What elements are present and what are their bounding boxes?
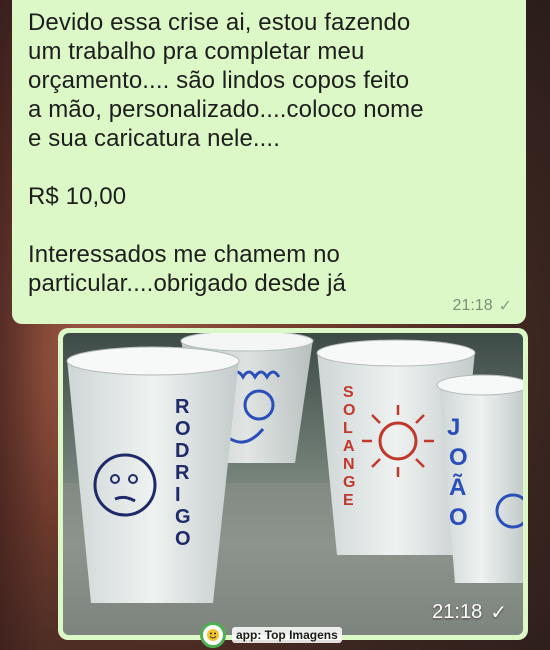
message-line: a mão, personalizado....coloco nome — [28, 96, 424, 123]
watermark-label: app: Top Imagens — [232, 627, 342, 643]
photo-meta: 21:18 ✓ — [432, 600, 507, 625]
message-line: orçamento.... são lindos copos feito — [28, 67, 410, 94]
cup-rodrigo — [67, 359, 239, 603]
cup-name-solange: SOLANGE — [343, 384, 355, 509]
message-line: Interessados me chamem no — [28, 241, 340, 268]
cups-photo-illustration: RODRIGO SOLANGE JOÃO — [63, 333, 523, 635]
smiley-logo-icon — [200, 622, 226, 648]
message-meta: 21:18 ✓ — [453, 296, 512, 316]
double-check-icon: ✓ — [498, 298, 512, 315]
message-time: 21:18 — [452, 297, 493, 314]
message-line: um trabalho pra completar meu — [28, 38, 365, 65]
watermark: app: Top Imagens — [200, 622, 342, 648]
message-line: particular....obrigado desde já — [28, 270, 346, 297]
photo-time: 21:18 — [432, 601, 483, 623]
cup-name-rodrigo: RODRIGO — [175, 396, 191, 550]
double-check-icon: ✓ — [490, 602, 507, 624]
cups-photo[interactable]: RODRIGO SOLANGE JOÃO 21:18 ✓ — [63, 333, 523, 635]
message-bubble-text[interactable]: Devido essa crise ai, estou fazendo um t… — [12, 0, 526, 324]
message-line: e sua caricatura nele.... — [28, 125, 280, 152]
message-bubble-photo[interactable]: RODRIGO SOLANGE JOÃO 21:18 ✓ — [58, 328, 528, 640]
message-price: R$ 10,00 — [28, 183, 127, 210]
message-line: Devido essa crise ai, estou fazendo — [28, 9, 411, 36]
